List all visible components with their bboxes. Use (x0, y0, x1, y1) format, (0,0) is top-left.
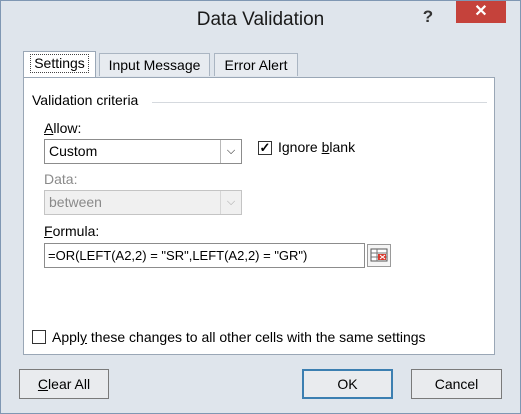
tab-settings-label: Settings (30, 54, 89, 73)
title-bar: Data Validation ? ✕ (1, 1, 520, 39)
ignore-blank-checkbox[interactable]: ✓ (258, 141, 272, 155)
checkmark-icon: ✓ (259, 140, 271, 155)
tab-settings[interactable]: Settings (23, 51, 96, 77)
close-icon: ✕ (474, 3, 488, 20)
settings-panel: Validation criteria Allow: Custom ⌵ ✓ Ig… (23, 77, 495, 355)
range-selector-button[interactable] (367, 244, 391, 267)
apply-all-label[interactable]: Apply these changes to all other cells w… (52, 329, 426, 345)
help-button[interactable]: ? (413, 7, 443, 29)
validation-criteria-heading: Validation criteria (32, 92, 139, 108)
clear-all-button[interactable]: Clear All (19, 369, 109, 399)
allow-label: Allow: (44, 120, 82, 136)
close-button[interactable]: ✕ (456, 1, 506, 23)
tab-input-message[interactable]: Input Message (99, 53, 210, 76)
tab-error-alert-label: Error Alert (224, 57, 288, 73)
data-value: between (49, 194, 102, 210)
data-label: Data: (44, 171, 78, 187)
tab-input-message-label: Input Message (108, 57, 201, 73)
data-validation-dialog: Data Validation ? ✕ Settings Input Messa… (0, 0, 521, 414)
range-selector-icon (370, 248, 388, 262)
allow-dropdown[interactable]: Custom ⌵ (44, 139, 242, 164)
ok-button[interactable]: OK (302, 369, 393, 399)
chevron-down-icon: ⌵ (220, 140, 241, 163)
data-dropdown: between ⌵ (44, 190, 242, 215)
chevron-down-icon: ⌵ (220, 191, 241, 214)
apply-all-checkbox[interactable] (32, 330, 46, 344)
formula-input[interactable]: =OR(LEFT(A2,2) = "SR",LEFT(A2,2) = "GR") (44, 243, 365, 268)
formula-label: Formula: (44, 223, 100, 239)
cancel-button[interactable]: Cancel (411, 369, 502, 399)
ignore-blank-label[interactable]: Ignore blank (278, 139, 355, 155)
tab-error-alert[interactable]: Error Alert (214, 53, 298, 76)
section-divider (152, 102, 487, 103)
allow-value: Custom (49, 143, 98, 159)
